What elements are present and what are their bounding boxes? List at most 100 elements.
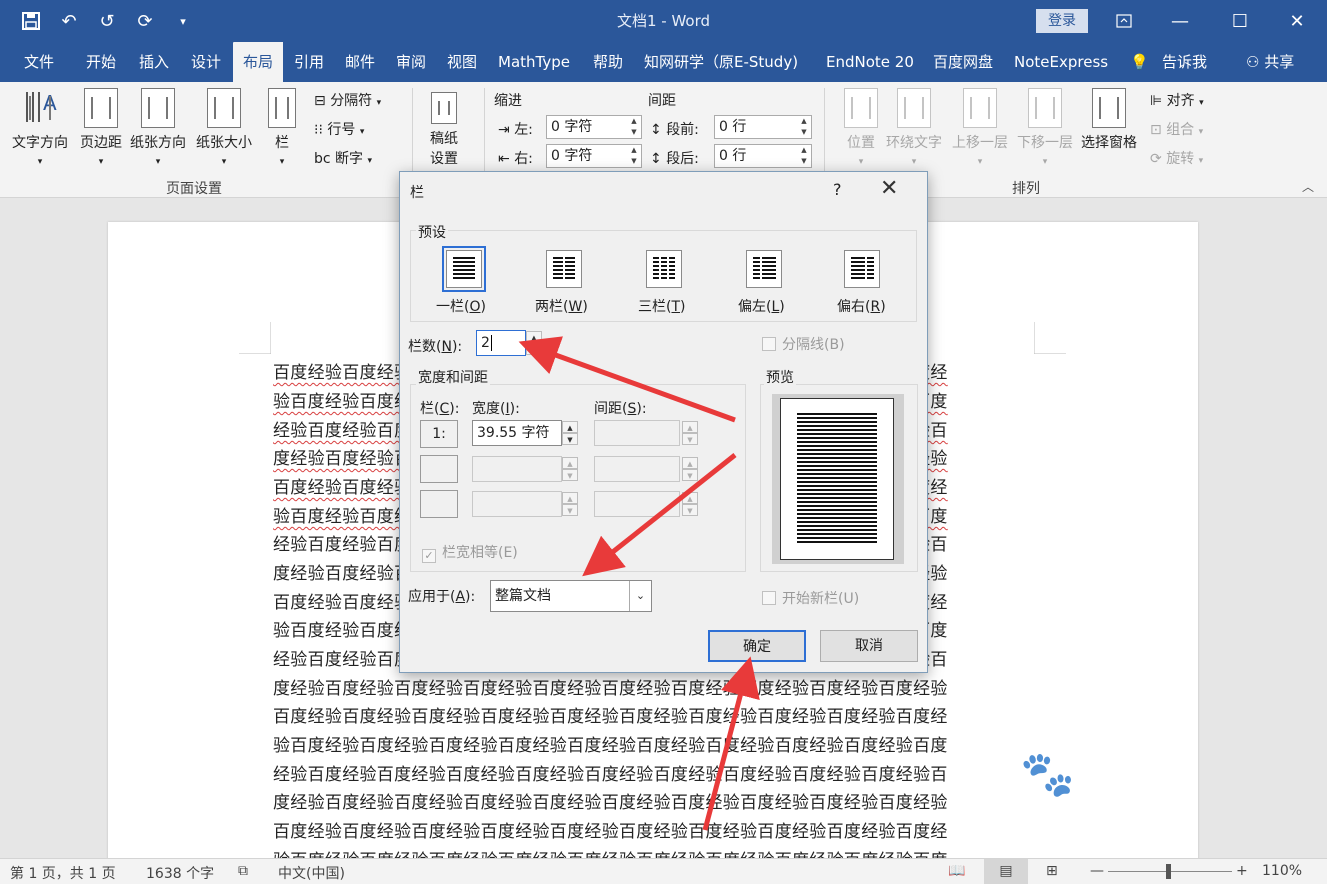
selection-pane-button[interactable]: 选择窗格 bbox=[1081, 88, 1137, 152]
column-width-input[interactable]: 39.55 字符 bbox=[472, 420, 562, 446]
orientation-button[interactable]: 纸张方向 ▾ bbox=[130, 88, 186, 168]
spin-down-icon[interactable]: ▼ bbox=[562, 504, 578, 516]
num-columns-input[interactable]: 2 bbox=[476, 330, 526, 356]
preset-three-label[interactable]: 三栏(T) bbox=[638, 296, 686, 316]
zoom-out-icon[interactable]: — bbox=[1090, 863, 1104, 879]
login-button[interactable]: 登录 bbox=[1036, 9, 1088, 33]
tab-e-study[interactable]: 知网研学（原E-Study) bbox=[644, 42, 798, 82]
rotate-button[interactable]: ⟳ 旋转 ▾ bbox=[1150, 148, 1203, 168]
text-direction-button[interactable]: A 文字方向 ▾ bbox=[12, 88, 68, 168]
spin-up-icon[interactable]: ▲ bbox=[682, 421, 698, 433]
spacing-after-input[interactable]: 0 行 ▲ ▼ bbox=[714, 144, 812, 168]
close-window-icon[interactable]: ✕ bbox=[1277, 6, 1317, 36]
language[interactable]: 中文(中国) bbox=[278, 863, 345, 883]
zoom-in-icon[interactable]: + bbox=[1236, 863, 1248, 879]
spin-up-icon[interactable]: ▲ bbox=[562, 492, 578, 504]
column-spacing-input[interactable] bbox=[594, 456, 680, 482]
spin-up-icon[interactable]: ▲ bbox=[526, 331, 542, 343]
tab-view[interactable]: 视图 bbox=[447, 42, 477, 82]
preset-right[interactable] bbox=[844, 250, 880, 288]
column-spacing-spinner[interactable]: ▲ ▼ bbox=[682, 457, 698, 481]
align-button[interactable]: ⊫ 对齐 ▾ bbox=[1150, 90, 1204, 110]
column-width-spinner[interactable]: ▲ ▼ bbox=[562, 492, 578, 516]
group-button[interactable]: ⊡ 组合 ▾ bbox=[1150, 119, 1203, 139]
maximize-icon[interactable]: ☐ bbox=[1220, 6, 1260, 36]
preset-two-columns[interactable] bbox=[546, 250, 582, 288]
preset-two-label[interactable]: 两栏(W) bbox=[535, 296, 588, 316]
wrap-text-button[interactable]: 环绕文字 ▾ bbox=[886, 88, 942, 168]
tab-mathtype[interactable]: MathType bbox=[498, 42, 570, 82]
spacing-before-input[interactable]: 0 行 ▲ ▼ bbox=[714, 115, 812, 139]
help-icon[interactable]: ? bbox=[833, 180, 842, 199]
manuscript-settings-button[interactable]: 稿纸 设置 bbox=[430, 92, 458, 168]
line-between-checkbox[interactable]: 分隔线(B) bbox=[762, 334, 845, 354]
minimize-icon[interactable]: — bbox=[1160, 6, 1200, 36]
tab-file[interactable]: 文件 bbox=[24, 42, 54, 82]
spin-down-icon[interactable]: ▼ bbox=[682, 504, 698, 516]
tab-help[interactable]: 帮助 bbox=[593, 42, 623, 82]
zoom-slider-thumb[interactable] bbox=[1166, 864, 1171, 879]
preset-left-label[interactable]: 偏左(L) bbox=[738, 296, 785, 316]
spin-arrows-icon[interactable]: ▲ ▼ bbox=[627, 116, 641, 138]
spin-down-icon[interactable]: ▼ bbox=[562, 469, 578, 481]
preset-one-label[interactable]: 一栏(O) bbox=[436, 296, 486, 316]
tell-me[interactable]: 告诉我 bbox=[1162, 42, 1207, 82]
checkbox-box[interactable]: ✓ bbox=[422, 549, 436, 563]
ribbon-display-options-icon[interactable] bbox=[1104, 6, 1144, 36]
equal-width-checkbox[interactable]: ✓ 栏宽相等(E) bbox=[422, 542, 518, 563]
tab-baidu-netdisk[interactable]: 百度网盘 bbox=[933, 42, 993, 82]
breaks-button[interactable]: ⊟ 分隔符 ▾ bbox=[314, 90, 381, 110]
read-mode-icon[interactable]: 📖 bbox=[948, 863, 965, 879]
preset-three-columns[interactable] bbox=[646, 250, 682, 288]
tab-insert[interactable]: 插入 bbox=[139, 42, 169, 82]
column-width-input[interactable] bbox=[472, 491, 562, 517]
column-spacing-spinner[interactable]: ▲ ▼ bbox=[682, 421, 698, 445]
indent-left-input[interactable]: 0 字符 ▲ ▼ bbox=[546, 115, 642, 139]
position-button[interactable]: 位置 ▾ bbox=[844, 88, 878, 168]
tab-home[interactable]: 开始 bbox=[86, 42, 116, 82]
spin-down-icon[interactable]: ▼ bbox=[526, 343, 542, 355]
column-width-spinner[interactable]: ▲ ▼ bbox=[562, 457, 578, 481]
spin-arrows-icon[interactable]: ▲ ▼ bbox=[797, 116, 811, 138]
apply-to-select[interactable]: 整篇文档 ⌄ bbox=[490, 580, 652, 612]
proofing-icon[interactable]: ⧉ bbox=[238, 863, 248, 879]
checkbox-box[interactable] bbox=[762, 591, 776, 605]
column-width-spinner[interactable]: ▲ ▼ bbox=[562, 421, 578, 445]
indent-right-input[interactable]: 0 字符 ▲ ▼ bbox=[546, 144, 642, 168]
spin-arrows-icon[interactable]: ▲ ▼ bbox=[797, 145, 811, 167]
print-layout-icon[interactable]: ▤ bbox=[984, 859, 1028, 884]
spin-up-icon[interactable]: ▲ bbox=[562, 457, 578, 469]
start-new-column-checkbox[interactable]: 开始新栏(U) bbox=[762, 588, 859, 608]
tab-references[interactable]: 引用 bbox=[294, 42, 324, 82]
column-spacing-input[interactable] bbox=[594, 420, 680, 446]
hyphenation-button[interactable]: bc 断字 ▾ bbox=[314, 148, 372, 168]
spin-up-icon[interactable]: ▲ bbox=[562, 421, 578, 433]
bring-forward-button[interactable]: 上移一层 ▾ bbox=[952, 88, 1008, 168]
spin-arrows-icon[interactable]: ▲ ▼ bbox=[627, 145, 641, 167]
tab-review[interactable]: 审阅 bbox=[396, 42, 426, 82]
checkbox-box[interactable] bbox=[762, 337, 776, 351]
tab-layout[interactable]: 布局 bbox=[233, 42, 284, 82]
preset-right-label[interactable]: 偏右(R) bbox=[837, 296, 886, 316]
tab-endnote[interactable]: EndNote 20 bbox=[826, 42, 914, 82]
share-button[interactable]: ⚇ 共享 bbox=[1246, 42, 1294, 82]
line-numbers-button[interactable]: ⁝⁝ 行号 ▾ bbox=[314, 119, 364, 139]
num-columns-spinner[interactable]: ▲ ▼ bbox=[526, 331, 542, 355]
margins-button[interactable]: 页边距 ▾ bbox=[80, 88, 122, 168]
preset-left[interactable] bbox=[746, 250, 782, 288]
spin-up-icon[interactable]: ▲ bbox=[682, 492, 698, 504]
ok-button[interactable]: 确定 bbox=[708, 630, 806, 662]
close-icon[interactable]: ✕ bbox=[880, 176, 898, 201]
columns-button[interactable]: 栏 ▾ bbox=[268, 88, 296, 168]
zoom-level[interactable]: 110% bbox=[1262, 863, 1302, 879]
send-backward-button[interactable]: 下移一层 ▾ bbox=[1017, 88, 1073, 168]
column-spacing-spinner[interactable]: ▲ ▼ bbox=[682, 492, 698, 516]
spin-down-icon[interactable]: ▼ bbox=[562, 433, 578, 445]
column-spacing-input[interactable] bbox=[594, 491, 680, 517]
chevron-down-icon[interactable]: ⌄ bbox=[629, 581, 651, 611]
page-count[interactable]: 第 1 页，共 1 页 bbox=[10, 863, 116, 883]
spin-up-icon[interactable]: ▲ bbox=[682, 457, 698, 469]
tab-design[interactable]: 设计 bbox=[191, 42, 221, 82]
collapse-ribbon-icon[interactable]: ︿ bbox=[1302, 178, 1314, 195]
spin-down-icon[interactable]: ▼ bbox=[682, 469, 698, 481]
